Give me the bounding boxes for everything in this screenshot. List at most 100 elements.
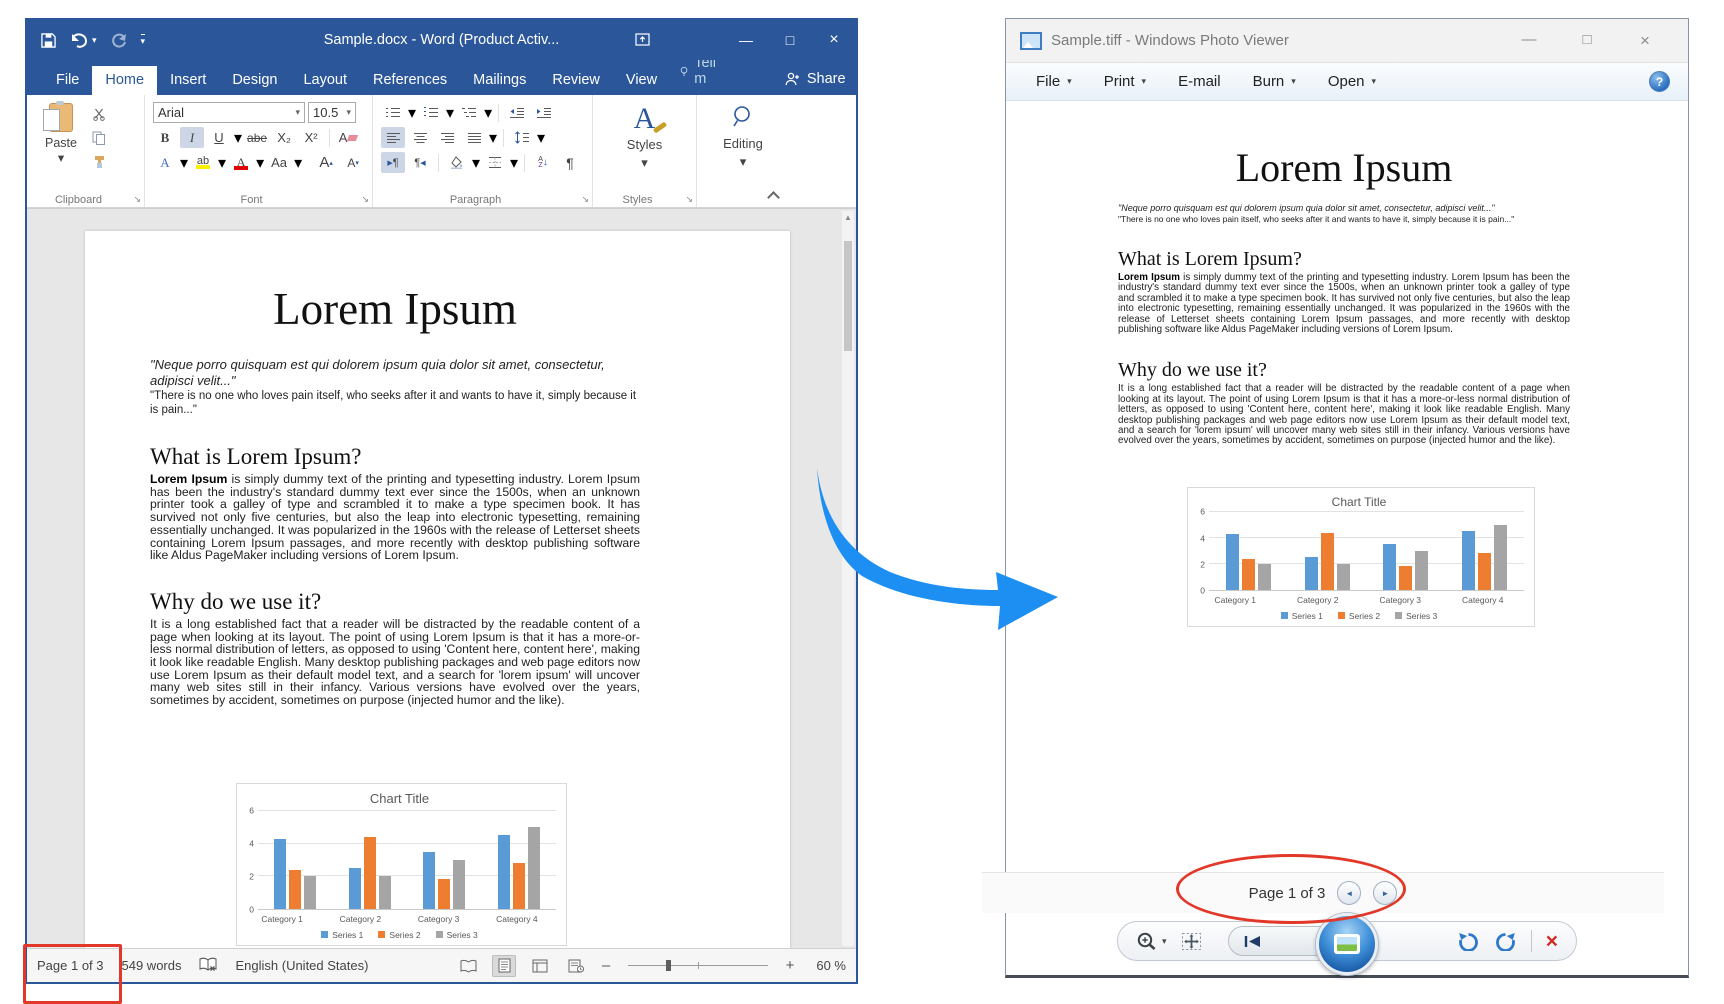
previous-image-icon[interactable] bbox=[1243, 935, 1263, 948]
maximize-button[interactable]: □ bbox=[768, 32, 812, 48]
chevron-down-icon[interactable]: ▾ bbox=[218, 153, 226, 173]
zoom-in-button[interactable]: + bbox=[784, 957, 796, 974]
clear-formatting-button[interactable]: A bbox=[336, 127, 360, 148]
editing-button[interactable]: Editing ▾ bbox=[705, 100, 781, 170]
menu-email[interactable]: E-mail bbox=[1166, 68, 1233, 95]
scroll-up-icon[interactable]: ▲ bbox=[842, 211, 854, 225]
strikethrough-button[interactable]: abe bbox=[245, 127, 269, 148]
borders-icon[interactable] bbox=[483, 152, 507, 173]
chevron-down-icon[interactable]: ▾ bbox=[408, 103, 416, 123]
change-case-button[interactable]: Aa bbox=[267, 152, 291, 173]
increase-indent-icon[interactable] bbox=[532, 102, 556, 123]
tab-mailings[interactable]: Mailings bbox=[460, 66, 539, 96]
paste-button[interactable]: Paste ▾ bbox=[35, 100, 87, 190]
menu-file[interactable]: File▾ bbox=[1024, 68, 1084, 95]
bullet-list-icon[interactable] bbox=[381, 102, 405, 123]
italic-button[interactable]: I bbox=[180, 127, 204, 148]
rotate-counterclockwise-icon[interactable] bbox=[1457, 931, 1480, 951]
zoom-slider-handle[interactable] bbox=[666, 960, 671, 971]
bar-chart[interactable]: Chart Title0246Category 1Category 2Categ… bbox=[236, 783, 567, 946]
chevron-down-icon[interactable]: ▾ bbox=[537, 128, 545, 148]
maximize-button[interactable]: □ bbox=[1558, 31, 1616, 51]
copy-icon[interactable] bbox=[87, 128, 111, 148]
zoom-to-page-icon[interactable] bbox=[564, 955, 588, 977]
chevron-down-icon[interactable]: ▾ bbox=[294, 153, 302, 173]
delete-button[interactable]: × bbox=[1546, 931, 1558, 952]
align-left-icon[interactable] bbox=[381, 127, 405, 148]
chevron-down-icon[interactable]: ▾ bbox=[92, 35, 97, 46]
tab-references[interactable]: References bbox=[360, 66, 460, 96]
highlight-button[interactable]: ab bbox=[191, 152, 215, 173]
multilevel-list-icon[interactable] bbox=[457, 102, 481, 123]
close-button[interactable]: × bbox=[812, 31, 856, 49]
bold-button[interactable]: B bbox=[153, 127, 177, 148]
web-layout-icon[interactable] bbox=[528, 955, 552, 977]
zoom-magnifier-icon[interactable]: ▾ bbox=[1136, 931, 1167, 952]
styles-button[interactable]: A Styles ▾ bbox=[601, 100, 688, 171]
print-layout-icon[interactable] bbox=[492, 955, 516, 977]
tab-layout[interactable]: Layout bbox=[290, 66, 360, 96]
grow-font-button[interactable]: A▴ bbox=[314, 152, 338, 173]
align-center-icon[interactable] bbox=[408, 127, 432, 148]
format-painter-icon[interactable] bbox=[87, 152, 111, 172]
help-icon[interactable]: ? bbox=[1649, 71, 1670, 92]
word-count[interactable]: 549 words bbox=[122, 958, 182, 973]
word-document-area[interactable]: Lorem Ipsum "Neque porro quisquam est qu… bbox=[27, 208, 856, 948]
sort-icon[interactable]: AZ↓ bbox=[531, 152, 555, 173]
line-spacing-icon[interactable] bbox=[510, 127, 534, 148]
chevron-down-icon[interactable]: ▾ bbox=[484, 103, 492, 123]
dialog-launcher-icon[interactable]: ↘ bbox=[685, 194, 693, 205]
superscript-button[interactable]: X² bbox=[299, 127, 323, 148]
subscript-button[interactable]: X₂ bbox=[272, 127, 296, 148]
tab-file[interactable]: File bbox=[43, 66, 92, 96]
minimize-button[interactable]: — bbox=[1500, 31, 1558, 51]
read-mode-icon[interactable] bbox=[456, 955, 480, 977]
text-effects-button[interactable]: A bbox=[153, 152, 177, 173]
dialog-launcher-icon[interactable]: ↘ bbox=[133, 194, 141, 205]
proofing-icon[interactable] bbox=[199, 957, 217, 975]
chevron-down-icon[interactable]: ▾ bbox=[489, 128, 497, 148]
chevron-down-icon[interactable]: ▾ bbox=[472, 153, 480, 173]
underline-button[interactable]: U bbox=[207, 127, 231, 148]
font-name-combo[interactable]: Arial ▾ bbox=[153, 102, 305, 123]
redo-icon[interactable] bbox=[111, 33, 127, 48]
dialog-launcher-icon[interactable]: ↘ bbox=[581, 194, 589, 205]
align-right-icon[interactable] bbox=[435, 127, 459, 148]
ribbon-display-options-icon[interactable] bbox=[620, 32, 664, 49]
minimize-button[interactable]: — bbox=[724, 32, 768, 48]
show-formatting-icon[interactable]: ¶ bbox=[558, 152, 582, 173]
shading-bucket-icon[interactable] bbox=[445, 152, 469, 173]
tab-insert[interactable]: Insert bbox=[157, 66, 219, 96]
decrease-indent-icon[interactable] bbox=[505, 102, 529, 123]
word-document-page[interactable]: Lorem Ipsum "Neque porro quisquam est qu… bbox=[85, 231, 790, 948]
tab-home[interactable]: Home bbox=[92, 66, 157, 96]
scrollbar-thumb[interactable] bbox=[844, 241, 852, 351]
shrink-font-button[interactable]: A▾ bbox=[341, 152, 365, 173]
font-color-button[interactable]: A bbox=[229, 152, 253, 173]
rotate-clockwise-icon[interactable] bbox=[1494, 931, 1517, 951]
vertical-scrollbar[interactable]: ▲ bbox=[842, 211, 854, 946]
close-button[interactable]: × bbox=[1616, 31, 1674, 51]
chevron-down-icon[interactable]: ▾ bbox=[256, 153, 264, 173]
chevron-down-icon[interactable]: ▾ bbox=[446, 103, 454, 123]
ltr-paragraph-icon[interactable]: ▶¶ bbox=[381, 152, 405, 173]
tab-review[interactable]: Review bbox=[539, 66, 613, 96]
menu-print[interactable]: Print▾ bbox=[1092, 68, 1158, 95]
collapse-ribbon-icon[interactable] bbox=[769, 190, 778, 199]
language-indicator[interactable]: English (United States) bbox=[235, 958, 368, 973]
chevron-down-icon[interactable]: ▾ bbox=[1162, 936, 1167, 947]
dialog-launcher-icon[interactable]: ↘ bbox=[361, 194, 369, 205]
save-icon[interactable] bbox=[41, 33, 56, 48]
chevron-down-icon[interactable]: ▾ bbox=[234, 128, 242, 148]
rtl-paragraph-icon[interactable]: ¶◀ bbox=[408, 152, 432, 173]
font-size-combo[interactable]: 10.5 ▾ bbox=[308, 102, 356, 123]
menu-open[interactable]: Open▾ bbox=[1316, 68, 1388, 95]
customize-qat-icon[interactable]: ▾ bbox=[141, 34, 146, 47]
undo-icon[interactable]: ▾ bbox=[70, 33, 97, 48]
zoom-slider[interactable] bbox=[628, 965, 768, 966]
tab-design[interactable]: Design bbox=[219, 66, 290, 96]
justify-icon[interactable] bbox=[462, 127, 486, 148]
cut-icon[interactable] bbox=[87, 104, 111, 124]
chevron-down-icon[interactable]: ▾ bbox=[180, 153, 188, 173]
zoom-percentage[interactable]: 60 % bbox=[808, 958, 846, 973]
